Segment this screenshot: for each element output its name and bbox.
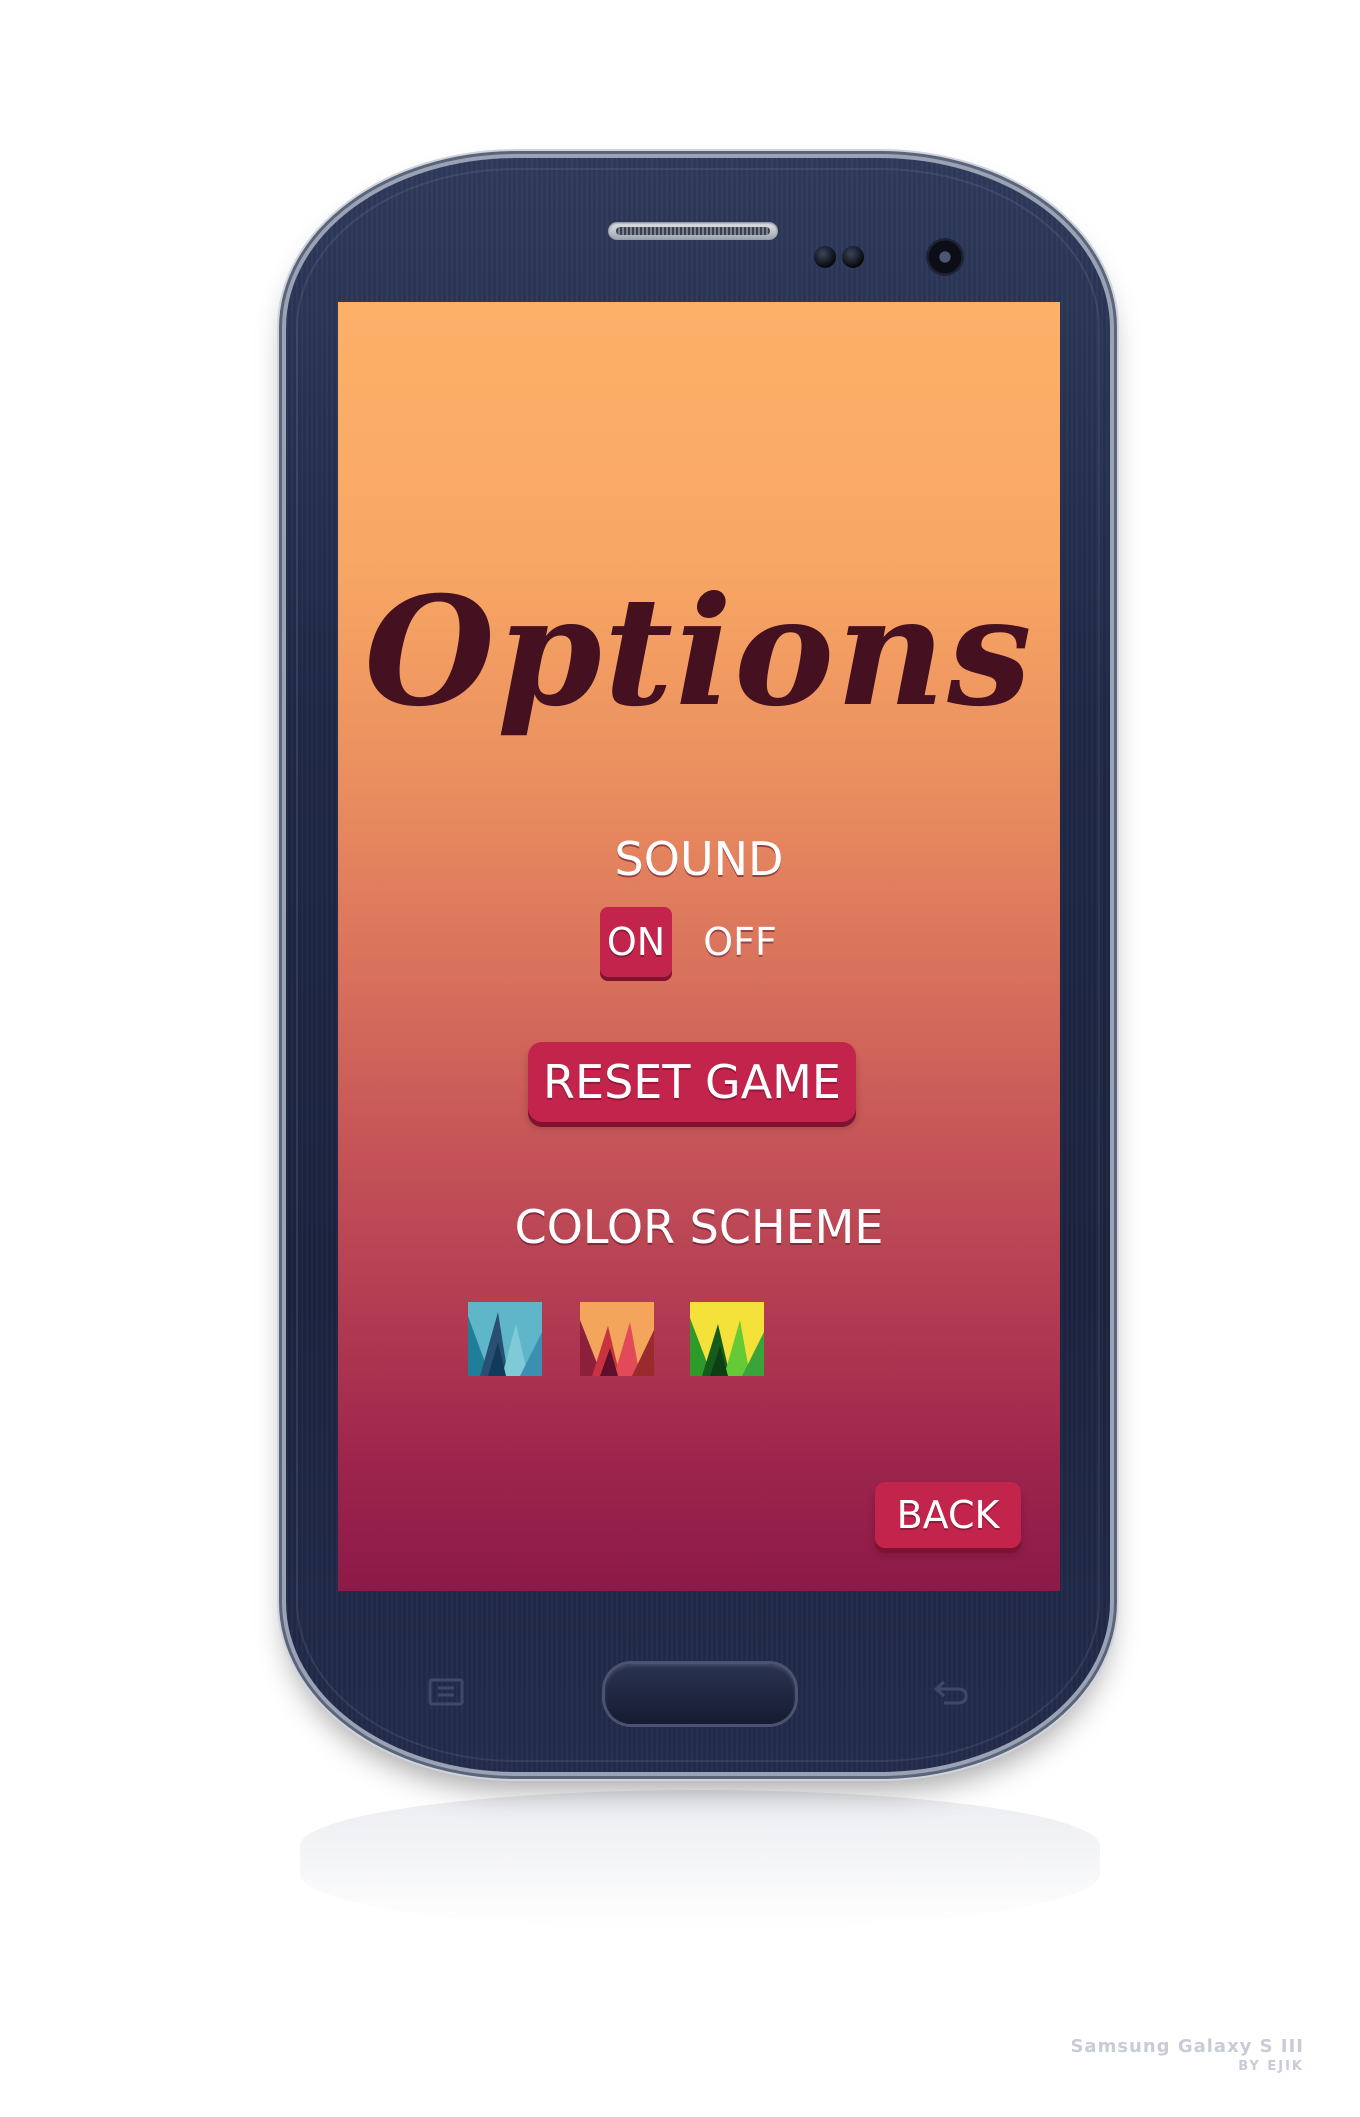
color-scheme-green-icon[interactable] <box>690 1302 764 1376</box>
menu-key-icon[interactable] <box>426 1676 466 1708</box>
phone-reflection <box>300 1790 1100 1930</box>
credit-author: BY EJIK <box>1238 2059 1304 2074</box>
power-button[interactable] <box>1109 575 1117 695</box>
color-scheme-label: COLOR SCHEME <box>514 1200 884 1254</box>
light-sensor <box>842 246 864 268</box>
color-scheme-blue-icon[interactable] <box>468 1302 542 1376</box>
earpiece-speaker <box>608 222 778 240</box>
sound-off-button[interactable]: OFF <box>700 907 780 977</box>
sound-label: SOUND <box>614 832 784 886</box>
credit-device-name: Samsung Galaxy S III <box>1070 2036 1304 2057</box>
device-credit: Samsung Galaxy S III BY EJIK <box>1070 2036 1304 2074</box>
back-key-icon[interactable] <box>930 1676 970 1708</box>
sound-on-button[interactable]: ON <box>600 907 672 977</box>
color-scheme-red-icon[interactable] <box>580 1302 654 1376</box>
front-camera <box>926 238 964 276</box>
app-screen: Options SOUND ON OFF RESET GAME COLOR SC… <box>338 302 1060 1591</box>
page-title: Options <box>364 564 1034 740</box>
home-button[interactable] <box>605 1664 795 1724</box>
back-button[interactable]: BACK <box>875 1482 1021 1548</box>
reset-game-button[interactable]: RESET GAME <box>528 1042 856 1122</box>
proximity-sensor <box>814 246 836 268</box>
stage: Options SOUND ON OFF RESET GAME COLOR SC… <box>0 0 1360 2117</box>
phone-body: Options SOUND ON OFF RESET GAME COLOR SC… <box>286 158 1110 1772</box>
